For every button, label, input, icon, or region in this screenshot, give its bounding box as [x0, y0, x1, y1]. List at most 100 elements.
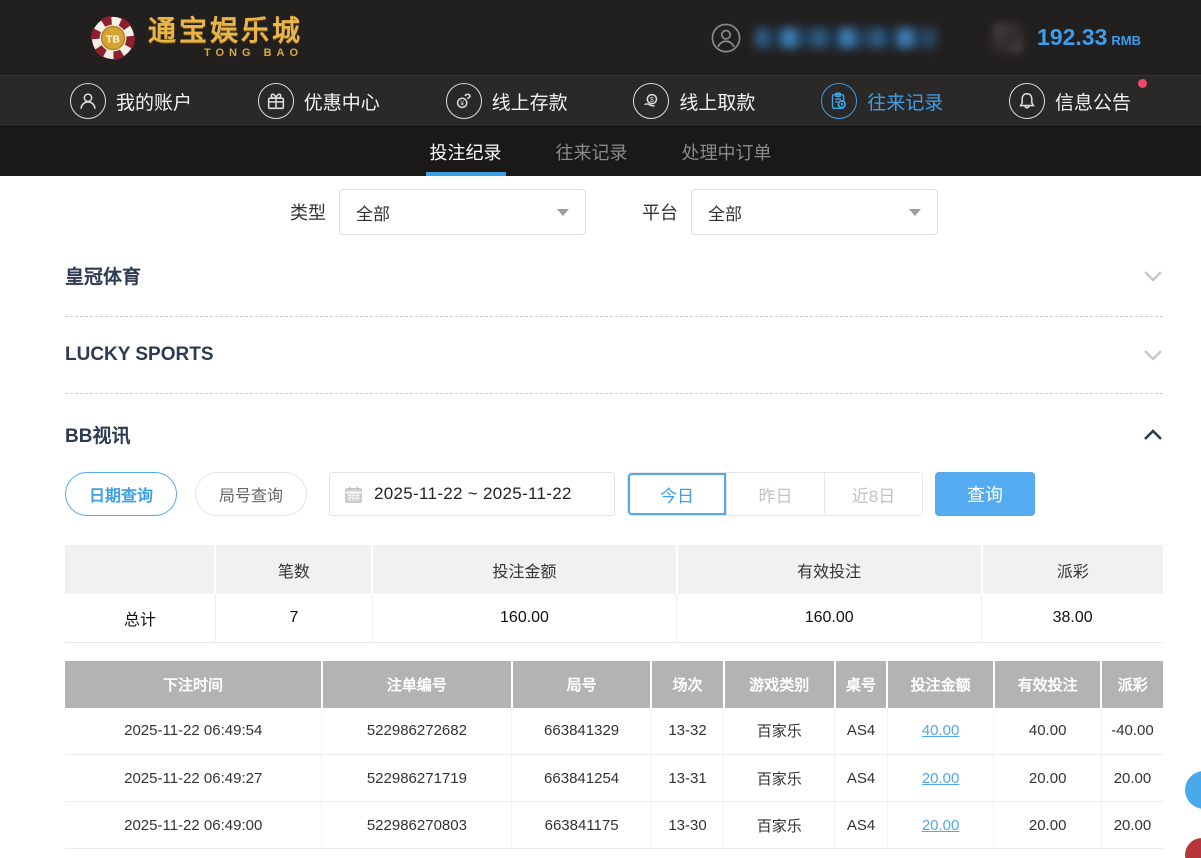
chevron-down-icon[interactable] — [1143, 349, 1163, 361]
balance-display[interactable]: 192.33RMB — [1037, 24, 1141, 51]
summary-header-valid: 有效投注 — [677, 545, 982, 594]
account-icon — [70, 83, 106, 119]
summary-header-row: 笔数 投注金额 有效投注 派彩 — [65, 545, 1163, 594]
records-clipboard-icon — [821, 83, 857, 119]
cell-bet-time: 2025-11-22 06:49:27 — [65, 755, 322, 802]
bet-amount-link[interactable]: 40.00 — [922, 722, 960, 739]
deposit-coin-hand-icon: ¥ — [446, 83, 482, 119]
withdraw-coin-hand-icon: $ — [633, 83, 669, 119]
cell-session: 13-30 — [651, 802, 723, 849]
brand-logo[interactable]: TB 通宝娱乐城 TONG BAO — [90, 15, 303, 61]
query-controls: 日期查询 局号查询 2025-11-22 ~ 2025-11-22 今日 昨日 … — [65, 472, 1163, 516]
nav-deposit[interactable]: ¥ 线上存款 — [446, 83, 568, 119]
nav-transaction-records[interactable]: 往来记录 — [821, 83, 943, 119]
round-query-button[interactable]: 局号查询 — [195, 472, 307, 516]
summary-valid: 160.00 — [677, 594, 982, 642]
tab-transaction-records[interactable]: 往来记录 — [552, 127, 632, 176]
date-range-value: 2025-11-22 ~ 2025-11-22 — [374, 484, 572, 504]
nav-promotions[interactable]: 优惠中心 — [258, 83, 380, 119]
bet-amount-link[interactable]: 20.00 — [922, 817, 960, 834]
cell-session: 13-31 — [651, 755, 723, 802]
col-valid-bet: 有效投注 — [994, 661, 1102, 708]
col-order-number: 注单编号 — [322, 661, 512, 708]
tab-pending-orders[interactable]: 处理中订单 — [678, 127, 776, 176]
section-lucky-sports[interactable]: LUCKY SPORTS — [65, 317, 1163, 394]
section-title: LUCKY SPORTS — [65, 344, 214, 366]
cell-game-type: 百家乐 — [724, 708, 835, 755]
cell-table-number: AS4 — [835, 755, 888, 802]
col-bet-amount: 投注金额 — [887, 661, 994, 708]
date-query-button[interactable]: 日期查询 — [65, 472, 177, 516]
cell-table-number: AS4 — [835, 802, 888, 849]
summary-total-row: 总计 7 160.00 160.00 38.00 — [65, 594, 1163, 642]
nav-label: 信息公告 — [1055, 88, 1131, 115]
cell-order-number: 522986272682 — [322, 708, 512, 755]
table-row: 2025-11-22 06:49:00 522986270803 6638411… — [65, 802, 1163, 849]
date-range-input[interactable]: 2025-11-22 ~ 2025-11-22 — [329, 472, 615, 516]
summary-total-label: 总计 — [65, 594, 215, 642]
cell-table-number: AS4 — [835, 708, 888, 755]
chevron-down-icon[interactable] — [1143, 270, 1163, 282]
notification-dot — [1138, 79, 1147, 88]
col-session: 场次 — [651, 661, 723, 708]
chevron-down-icon — [909, 209, 921, 216]
cell-payout: 20.00 — [1101, 755, 1163, 802]
user-avatar-icon[interactable] — [711, 23, 741, 53]
platform-filter-label: 平台 — [642, 199, 678, 225]
type-select-value: 全部 — [356, 200, 390, 225]
cell-payout: -40.00 — [1101, 708, 1163, 755]
svg-text:TB: TB — [106, 33, 120, 45]
search-button[interactable]: 查询 — [935, 472, 1035, 516]
cell-game-type: 百家乐 — [724, 755, 835, 802]
nav-label: 我的账户 — [116, 88, 192, 115]
top-header: TB 通宝娱乐城 TONG BAO 192.33RMB — [0, 0, 1201, 75]
tab-betting-records[interactable]: 投注纪录 — [426, 127, 506, 176]
section-title: BB视讯 — [65, 421, 130, 448]
yesterday-button[interactable]: 昨日 — [726, 473, 824, 515]
today-button[interactable]: 今日 — [628, 473, 726, 515]
col-game-type: 游戏类别 — [724, 661, 835, 708]
cell-game-type: 百家乐 — [724, 802, 835, 849]
section-bb-live[interactable]: BB视讯 — [65, 394, 1163, 458]
summary-header-blank — [65, 545, 215, 594]
records-header-row: 下注时间 注单编号 局号 场次 游戏类别 桌号 投注金额 有效投注 派彩 — [65, 661, 1163, 708]
col-round-number: 局号 — [512, 661, 651, 708]
nav-my-account[interactable]: 我的账户 — [70, 83, 192, 119]
svg-text:¥: ¥ — [460, 101, 464, 108]
summary-header-payout: 派彩 — [982, 545, 1163, 594]
nav-announcements[interactable]: 信息公告 — [1009, 83, 1131, 119]
cell-bet-time: 2025-11-22 06:49:54 — [65, 708, 322, 755]
platform-select[interactable]: 全部 — [691, 189, 938, 235]
cell-valid-bet: 20.00 — [994, 802, 1102, 849]
nav-withdraw[interactable]: $ 线上取款 — [633, 83, 755, 119]
section-crown-sports[interactable]: 皇冠体育 — [65, 235, 1163, 317]
chevron-up-icon[interactable] — [1143, 429, 1163, 441]
type-filter-label: 类型 — [290, 199, 326, 225]
table-row: 2025-11-22 06:49:54 522986272682 6638413… — [65, 708, 1163, 755]
brand-name-zh: 通宝娱乐城 — [148, 17, 303, 45]
nav-label: 往来记录 — [867, 88, 943, 115]
col-table-number: 桌号 — [835, 661, 888, 708]
nav-label: 优惠中心 — [304, 88, 380, 115]
balance-amount: 192.33 — [1037, 24, 1107, 50]
bell-icon — [1009, 83, 1045, 119]
type-select[interactable]: 全部 — [339, 189, 586, 235]
last-8-days-button[interactable]: 近8日 — [824, 473, 922, 515]
summary-bet: 160.00 — [372, 594, 676, 642]
summary-payout: 38.00 — [982, 594, 1163, 642]
filter-row: 类型 全部 平台 全部 — [65, 189, 1163, 235]
summary-count: 7 — [215, 594, 372, 642]
bet-amount-link[interactable]: 20.00 — [922, 770, 960, 787]
main-navigation: 我的账户 优惠中心 ¥ 线上存款 $ 线上取款 往来记录 信息公告 — [0, 75, 1201, 127]
calendar-icon — [344, 485, 363, 504]
poker-chip-icon: TB — [90, 15, 136, 61]
summary-table: 笔数 投注金额 有效投注 派彩 总计 7 160.00 160.00 38.00 — [65, 545, 1163, 643]
cell-order-number: 522986271719 — [322, 755, 512, 802]
username-redacted[interactable] — [755, 28, 935, 48]
cell-session: 13-32 — [651, 708, 723, 755]
record-tabs: 投注纪录 往来记录 处理中订单 — [0, 127, 1201, 176]
chevron-down-icon — [557, 209, 569, 216]
table-row: 2025-11-22 06:49:27 522986271719 6638412… — [65, 755, 1163, 802]
nav-label: 线上存款 — [492, 88, 568, 115]
svg-text:$: $ — [650, 97, 654, 104]
